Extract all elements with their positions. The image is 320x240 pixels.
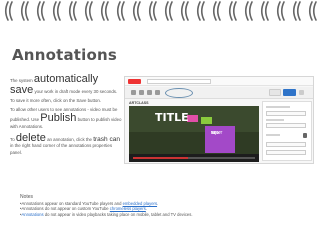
binding-ring bbox=[248, 1, 253, 21]
binding-ring bbox=[52, 1, 57, 21]
binding-ring bbox=[24, 1, 29, 21]
binding-ring bbox=[212, 1, 217, 21]
save-text: To save it more often, click on the Save… bbox=[10, 97, 102, 103]
binding-ring bbox=[132, 1, 137, 21]
trash-can-icon bbox=[303, 133, 307, 138]
screenshot-publish-button bbox=[283, 89, 296, 96]
binding-ring bbox=[232, 1, 237, 21]
slide-title: Annotations bbox=[12, 46, 117, 64]
emphasis-trash-can: trash can bbox=[93, 135, 120, 143]
emphasis-automatically: automatically bbox=[33, 73, 99, 85]
binding-ring bbox=[88, 1, 93, 21]
video-controls bbox=[129, 154, 259, 162]
binding-ring bbox=[164, 1, 169, 21]
title-tool-icon bbox=[147, 90, 152, 95]
delete-text: To delete an annotation, click the trash… bbox=[10, 131, 120, 155]
binding-ring bbox=[120, 1, 125, 21]
binding-ring bbox=[100, 1, 105, 21]
instructions-column: The system automatically save your work … bbox=[10, 74, 122, 159]
binding-ring bbox=[260, 1, 265, 21]
binding-ring bbox=[4, 1, 9, 21]
youtube-editor-screenshot: ARTCLASS TITLE My Note TEXT bbox=[124, 76, 314, 164]
note-tool-icon bbox=[139, 90, 144, 95]
chromeless-players-link[interactable]: chromeless players bbox=[110, 206, 146, 211]
spotlight-tool-icon bbox=[155, 90, 160, 95]
binding-ring bbox=[148, 1, 153, 21]
autosave-text: The system automatically save your work … bbox=[10, 73, 118, 96]
screenshot-section-label: ARTCLASS bbox=[129, 101, 149, 105]
title-annotation: TITLE bbox=[155, 111, 189, 124]
binding-ring bbox=[180, 1, 185, 21]
publish-text: To allow other users to see annotations … bbox=[10, 106, 122, 129]
binding-ring bbox=[116, 1, 121, 21]
screenshot-save-button bbox=[269, 89, 281, 96]
autosave-highlight-oval bbox=[165, 88, 193, 98]
binding-ring bbox=[168, 1, 173, 21]
green-annotation bbox=[201, 117, 212, 124]
screenshot-search-box bbox=[147, 79, 211, 84]
note-annotation: My Note TEXT bbox=[205, 126, 235, 153]
binding-ring bbox=[72, 1, 77, 21]
note-item: •Annotations do not appear in video play… bbox=[20, 211, 193, 217]
video-progress-fill bbox=[133, 157, 188, 159]
annotation-properties-panel bbox=[262, 101, 312, 161]
binding-ring bbox=[276, 1, 281, 21]
youtube-logo-icon bbox=[128, 79, 141, 84]
binding-ring bbox=[8, 1, 13, 21]
video-progress-bar bbox=[133, 157, 255, 159]
binding-ring bbox=[68, 1, 73, 21]
binding-ring bbox=[56, 1, 61, 21]
spiral-binding bbox=[0, 0, 320, 30]
binding-ring bbox=[312, 1, 317, 21]
screenshot-topbar bbox=[125, 77, 313, 86]
emphasis-save: save bbox=[10, 83, 34, 96]
pink-annotation bbox=[187, 115, 198, 122]
binding-ring bbox=[184, 1, 189, 21]
binding-ring bbox=[280, 1, 285, 21]
binding-ring bbox=[228, 1, 233, 21]
binding-ring bbox=[20, 1, 25, 21]
settings-icon bbox=[299, 90, 304, 95]
binding-ring bbox=[308, 1, 313, 21]
binding-ring bbox=[244, 1, 249, 21]
binding-ring bbox=[104, 1, 109, 21]
emphasis-publish: Publish bbox=[40, 112, 77, 124]
binding-ring bbox=[296, 1, 301, 21]
emphasis-delete: delete bbox=[15, 131, 46, 144]
video-scene: TITLE My Note TEXT bbox=[129, 106, 259, 154]
binding-ring bbox=[216, 1, 221, 21]
binding-ring bbox=[136, 1, 141, 21]
binding-ring bbox=[84, 1, 89, 21]
binding-ring bbox=[40, 1, 45, 21]
binding-ring bbox=[264, 1, 269, 21]
binding-ring bbox=[152, 1, 157, 21]
binding-ring bbox=[200, 1, 205, 21]
notes-section: Notes •Annotations appear on standard Yo… bbox=[20, 194, 310, 217]
video-player: TITLE My Note TEXT bbox=[129, 106, 259, 162]
speech-bubble-tool-icon bbox=[131, 90, 136, 95]
embedded-players-link[interactable]: embedded players bbox=[123, 201, 157, 206]
binding-ring bbox=[36, 1, 41, 21]
binding-ring bbox=[292, 1, 297, 21]
binding-ring bbox=[196, 1, 201, 21]
